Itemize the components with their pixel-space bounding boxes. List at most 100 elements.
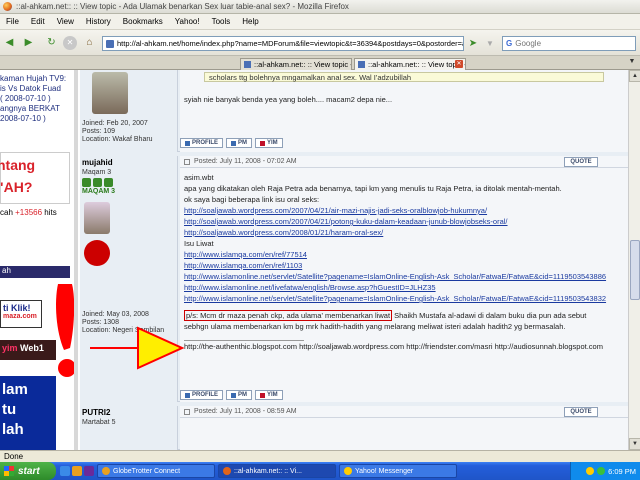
back-arrow-icon[interactable]: ◀: [2, 35, 17, 50]
go-arrow-icon[interactable]: ➤: [466, 36, 480, 51]
close-tab-icon[interactable]: ✕: [455, 60, 463, 68]
taskbar-item-firefox[interactable]: ::al-ahkam.net:: :: Vi...: [218, 464, 336, 478]
profile-button-label: PROFILE: [192, 392, 219, 398]
sidebar-news-line[interactable]: kaman Hujah TV9:: [0, 74, 70, 84]
quote-button[interactable]: QUOTE: [564, 157, 598, 167]
vertical-scrollbar[interactable]: ▲ ▼: [628, 70, 640, 450]
author-name[interactable]: PUTRI2: [82, 408, 175, 417]
hit-counter: cah +13566 hits: [0, 208, 70, 217]
ps-line: sebhgn ulama membenarkan km bg mrk hadit…: [184, 322, 566, 331]
rank-star-icon: [104, 178, 113, 187]
start-button[interactable]: start: [0, 462, 56, 480]
reload-icon[interactable]: ↻: [44, 35, 59, 50]
tab-1[interactable]: ::al-ahkam.net:: :: View topic - Ada...: [240, 58, 352, 70]
yim-button[interactable]: YIM: [255, 138, 283, 148]
post-header: Posted: July 11, 2008 - 07:02 AM: [180, 156, 628, 168]
search-input[interactable]: [515, 39, 616, 48]
author-name[interactable]: mujahid: [82, 158, 175, 167]
post-actions: PROFILE PM YIM: [180, 138, 283, 148]
menu-edit[interactable]: Edit: [31, 17, 45, 26]
tab-favicon-icon: [244, 61, 251, 68]
post-line: apa yang dikatakan oleh Raja Petra ada b…: [184, 184, 562, 193]
mail-icon: [231, 140, 237, 146]
stop-icon[interactable]: ✕: [63, 36, 77, 50]
tab-2[interactable]: ::al-ahkam.net:: :: View topic - Ada... …: [354, 58, 466, 70]
author-joined: Joined: May 03, 2008: [82, 311, 149, 318]
menu-view[interactable]: View: [57, 17, 74, 26]
menu-yahoo[interactable]: Yahoo!: [175, 17, 200, 26]
yahoo-icon: [260, 140, 266, 146]
navigation-toolbar: ◀ ▶ ↻ ✕ ⌂ http://al-ahkam.net/home/index…: [0, 30, 640, 56]
dropdown-icon[interactable]: ▼: [482, 36, 498, 51]
counter-prefix: cah: [0, 208, 16, 217]
quote-block: scholars ttg bolehnya mngamalkan anal se…: [204, 72, 604, 82]
post-signature[interactable]: http://the-authenthic.blogspot.com http:…: [184, 341, 628, 352]
post-link[interactable]: http://soaljawab.wordpress.com/2007/04/2…: [184, 206, 487, 215]
menu-file[interactable]: File: [6, 17, 19, 26]
site-favicon-icon: [106, 39, 114, 48]
scroll-down-icon[interactable]: ▼: [629, 438, 640, 450]
quick-launch: [60, 466, 94, 476]
sidebar-banner-ad[interactable]: ntang "AH?: [0, 152, 70, 204]
sidebar-news-date: ( 2008-07-10 ): [0, 94, 51, 103]
firefox-icon: [223, 467, 231, 475]
left-sidebar: kaman Hujah TV9: is Vs Datok Fuad ( 2008…: [0, 70, 70, 450]
taskbar-item-yahoo[interactable]: Yahoo! Messenger: [339, 464, 457, 478]
sidebar-news-line[interactable]: angnya BERKAT: [0, 104, 70, 114]
tray-network-icon[interactable]: [597, 467, 606, 475]
sidebar-news: kaman Hujah TV9: is Vs Datok Fuad ( 2008…: [0, 74, 70, 124]
menu-help[interactable]: Help: [242, 17, 258, 26]
pm-button[interactable]: PM: [226, 390, 253, 400]
post-link[interactable]: http://www.islamonline.net/livefatwa/eng…: [184, 283, 436, 292]
post-icon: [184, 158, 190, 165]
status-text: Done: [4, 452, 24, 461]
post-link[interactable]: http://soaljawab.wordpress.com/2007/04/2…: [184, 217, 508, 226]
url-bar[interactable]: http://al-ahkam.net/home/index.php?name=…: [102, 36, 464, 51]
post-body: scholars ttg bolehnya mngamalkan anal se…: [180, 70, 628, 152]
taskbar-item-globetrotter[interactable]: GlobeTrotter Connect: [97, 464, 215, 478]
avatar: [84, 202, 110, 234]
ps-line: p/s: Mcm dr maza penah ckp, ada ulama' m…: [184, 310, 628, 321]
scrollbar-thumb[interactable]: [630, 240, 640, 300]
search-box[interactable]: G: [502, 36, 636, 51]
post-icon: [184, 408, 190, 415]
taskbar-item-label: Yahoo! Messenger: [355, 467, 414, 475]
yim-button[interactable]: YIM: [255, 390, 283, 400]
blue-banner-ad[interactable]: lam tu lah: [0, 376, 56, 450]
profile-button-label: PROFILE: [192, 140, 219, 146]
browser-icon[interactable]: [72, 466, 82, 476]
banner-text: ntang: [0, 157, 36, 173]
tab-label: ::al-ahkam.net:: :: View topic - Ada...: [254, 60, 351, 69]
web1-text: yim: [2, 343, 21, 353]
tab-list-icon[interactable]: ▼: [626, 58, 638, 69]
menu-tools[interactable]: Tools: [212, 17, 231, 26]
pm-button[interactable]: PM: [226, 138, 253, 148]
post-actions: PROFILE PM YIM: [180, 390, 283, 400]
rank-star-icon: [82, 178, 91, 187]
klik-banner[interactable]: ti Klik! maza.com: [0, 300, 42, 328]
forward-arrow-icon[interactable]: ▶: [21, 35, 36, 50]
quote-button[interactable]: QUOTE: [564, 407, 598, 417]
menu-bookmarks[interactable]: Bookmarks: [123, 17, 163, 26]
menu-history[interactable]: History: [86, 17, 111, 26]
messenger-icon[interactable]: [84, 466, 94, 476]
post-link[interactable]: http://www.islamqa.com/en/ref/77514: [184, 250, 307, 259]
desktop-icon[interactable]: [60, 466, 70, 476]
column-divider: [74, 70, 78, 450]
post-link[interactable]: http://www.islamonline.net/servlet/Satel…: [184, 294, 606, 303]
post-link[interactable]: http://www.islamonline.net/servlet/Satel…: [184, 272, 606, 281]
pm-button-label: PM: [238, 392, 248, 398]
profile-button[interactable]: PROFILE: [180, 390, 224, 400]
profile-button[interactable]: PROFILE: [180, 138, 224, 148]
home-icon[interactable]: ⌂: [82, 35, 97, 50]
author-location: Location: Wakaf Bharu: [82, 136, 153, 143]
scroll-up-icon[interactable]: ▲: [629, 70, 640, 82]
url-text[interactable]: http://al-ahkam.net/home/index.php?name=…: [117, 39, 463, 48]
post-link[interactable]: http://soaljawab.wordpress.com/2008/01/2…: [184, 228, 383, 237]
sidebar-news-line[interactable]: is Vs Datok Fuad: [0, 84, 70, 94]
web1-banner[interactable]: yim Web1: [0, 340, 56, 360]
post-link[interactable]: http://www.islamqa.com/en/ref/1103: [184, 261, 302, 270]
taskbar-item-label: GlobeTrotter Connect: [113, 467, 181, 475]
tray-yahoo-icon[interactable]: [586, 467, 595, 475]
google-icon[interactable]: G: [506, 39, 512, 48]
